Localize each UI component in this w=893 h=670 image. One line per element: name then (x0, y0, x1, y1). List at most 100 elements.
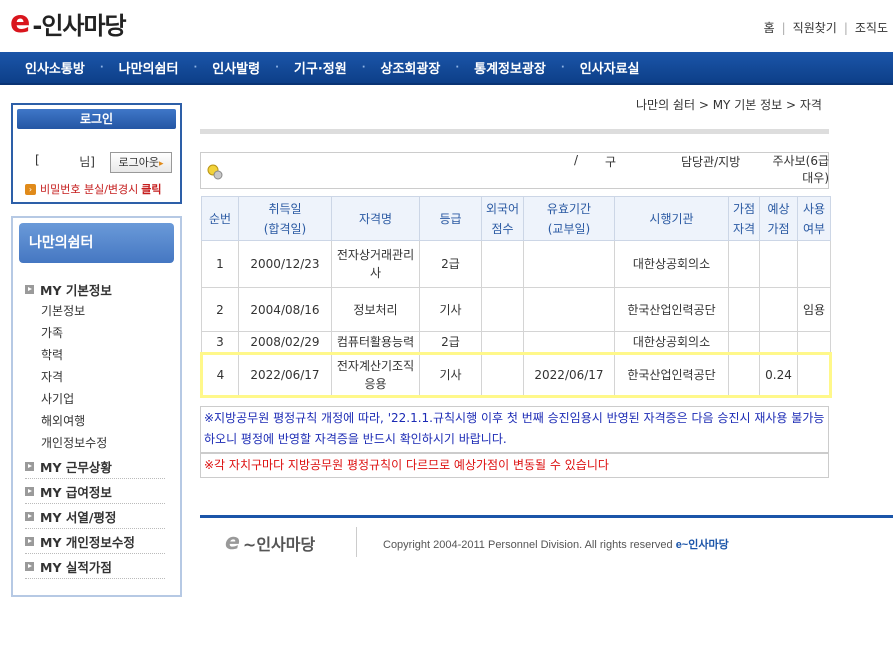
footer-divider (200, 515, 893, 518)
side-section-label: MY 개인정보수정 (40, 534, 135, 550)
table-cell: 2022/06/17 (523, 352, 615, 398)
info-gu: 구 (605, 155, 617, 169)
side-sub-item[interactable]: 사기업 (25, 388, 165, 410)
col-header: 시행기관 (614, 196, 729, 241)
table-cell (481, 352, 524, 398)
table-cell: 전자상거래관리사 (331, 240, 420, 288)
staff-search-link[interactable]: 직원찾기 (793, 19, 837, 36)
table-cell: 컴퓨터활용능력 (331, 331, 420, 354)
side-section-label: MY 실적가점 (40, 559, 112, 575)
col-header: 등급 (419, 196, 482, 241)
login-box: 로그인 [ 님] 로그아웃▸ › 비밀번호 분실/변경시 클릭 (11, 103, 182, 204)
magnifier-icon (207, 164, 223, 180)
logout-label: 로그아웃 (118, 156, 159, 169)
side-sub-item[interactable]: 기본정보 (25, 300, 165, 322)
separator: | (781, 20, 786, 35)
user-info-box: / 구 담당관/지방 주사보(6급 대우) (200, 152, 829, 189)
nav-item[interactable]: 나만의쉼터 · (104, 58, 198, 77)
click-label: 클릭 (141, 183, 162, 196)
col-header: 가점 자격 (728, 196, 760, 241)
nav-item[interactable]: 통계정보광장 · (459, 58, 565, 77)
side-sub-item[interactable]: 개인정보수정 (25, 432, 165, 454)
bullet-icon (25, 511, 34, 521)
footer-logo-e: e (225, 530, 240, 555)
logout-button[interactable]: 로그아웃▸ (110, 152, 172, 173)
side-sub-item[interactable]: 가족 (25, 322, 165, 344)
logo-e: e (10, 5, 31, 40)
nav-item[interactable]: 인사자료실 (565, 58, 655, 77)
side-section-label: MY 서열/평정 (40, 509, 117, 525)
table-cell (728, 240, 760, 288)
table-row: 3 2008/02/29 컴퓨터활용능력 2급 대한상공회의소 (201, 331, 831, 354)
bullet-icon (25, 284, 34, 294)
table-cell (759, 331, 798, 354)
nav-item[interactable]: 기구·정원 · (279, 58, 366, 77)
logo-text: -인사마당 (32, 11, 126, 40)
side-sub-item[interactable]: 자격 (25, 366, 165, 388)
side-section[interactable]: MY 실적가점 (25, 554, 165, 579)
side-section[interactable]: MY 근무상황 (25, 454, 165, 479)
bullet-icon (25, 536, 34, 546)
table-cell: 2급 (419, 331, 482, 354)
nav-item[interactable]: 인사발령 · (197, 58, 279, 77)
nav-label: 기구·정원 (293, 62, 347, 77)
table-cell (523, 240, 615, 288)
bullet-icon (25, 461, 34, 471)
info-dept: 담당관/지방 (681, 155, 741, 169)
table-cell: 2004/08/16 (238, 287, 332, 332)
table-cell (797, 352, 832, 398)
nav-item[interactable]: 인사소통방 · (10, 58, 104, 77)
side-section[interactable]: MY 서열/평정 (25, 504, 165, 529)
nav-item[interactable]: 상조회광장 · (366, 58, 460, 77)
table-cell: 기사 (419, 352, 482, 398)
table-cell (759, 287, 798, 332)
separator: | (843, 20, 848, 35)
col-header: 취득일 (합격일) (238, 196, 332, 241)
password-reset-text: 비밀번호 분실/변경시 (40, 183, 139, 196)
info-rank: 주사보(6급 대우) (772, 154, 829, 185)
side-sub-item[interactable]: 해외여행 (25, 410, 165, 432)
nav-label: 인사자료실 (579, 62, 640, 77)
table-header-row: 순번 취득일 (합격일) 자격명 등급 외국어 점수 유효기간 (교부일) 시행… (201, 196, 831, 241)
chevron-right-icon: ▸ (158, 159, 164, 169)
table-cell (759, 240, 798, 288)
side-section[interactable]: MY 개인정보수정 (25, 529, 165, 554)
copyright-text: Copyright 2004-2011 Personnel Division. … (383, 539, 673, 551)
user-name: [ 님] (35, 153, 95, 170)
col-header: 순번 (201, 196, 239, 241)
table-cell (481, 331, 524, 354)
col-header: 유효기간 (교부일) (523, 196, 615, 241)
table-cell: 기사 (419, 287, 482, 332)
table-cell: 한국산업인력공단 (614, 287, 729, 332)
side-sub-item[interactable]: 학력 (25, 344, 165, 366)
table-cell: 2008/02/29 (238, 331, 332, 354)
copyright-brand: e~인사마당 (675, 539, 729, 551)
login-title: 로그인 (17, 109, 176, 129)
info-slash: / (574, 153, 579, 167)
table-cell (481, 287, 524, 332)
nav-label: 상조회광장 (380, 62, 441, 77)
side-section-basic[interactable]: MY 기본정보 (25, 278, 165, 300)
org-chart-link[interactable]: 조직도 (855, 19, 888, 36)
table-row-highlighted: 4 2022/06/17 전자계산기조직응용 기사 2022/06/17 한국산… (200, 352, 832, 398)
table-cell: 1 (201, 240, 239, 288)
copyright: Copyright 2004-2011 Personnel Division. … (383, 536, 729, 552)
table-cell: 전자계산기조직응용 (331, 352, 420, 398)
table-row: 2 2004/08/16 정보처리 기사 한국산업인력공단 임용 (201, 287, 831, 332)
table-cell: 한국산업인력공단 (614, 352, 729, 398)
col-header: 외국어 점수 (481, 196, 524, 241)
home-link[interactable]: 홈 (764, 19, 775, 36)
side-section[interactable]: MY 급여정보 (25, 479, 165, 504)
table-cell (728, 287, 760, 332)
side-menu-title: 나만의쉼터 (19, 223, 174, 263)
table-cell: 정보처리 (331, 287, 420, 332)
site-logo[interactable]: e -인사마당 (10, 5, 127, 40)
nav-label: 나만의쉼터 (118, 62, 179, 77)
footer-logo: e ~인사마당 (225, 530, 315, 555)
col-header: 사용 여부 (797, 196, 831, 241)
nav-label: 인사소통방 (25, 62, 85, 77)
table-cell: 2022/06/17 (238, 352, 332, 398)
bracket: [ (35, 153, 40, 167)
table-cell (797, 240, 831, 288)
password-reset-link[interactable]: › 비밀번호 분실/변경시 클릭 (25, 181, 162, 197)
